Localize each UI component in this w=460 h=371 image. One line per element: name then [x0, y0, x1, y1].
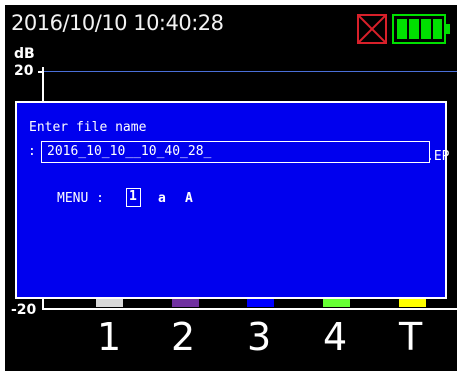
- y-axis-top-label: 20: [14, 63, 34, 79]
- channel-1-label[interactable]: 1: [97, 315, 121, 359]
- menu-option-uppercase[interactable]: A: [185, 191, 193, 206]
- filename-input[interactable]: 2016_10_10__10_40_28_: [41, 141, 430, 163]
- menu-option-numeric[interactable]: 1: [126, 188, 141, 207]
- channel-3-label[interactable]: 3: [247, 315, 271, 359]
- x-axis-line: [42, 308, 457, 310]
- channel-2-label[interactable]: 2: [171, 315, 195, 359]
- menu-label: MENU :: [57, 191, 104, 206]
- menu-option-lowercase[interactable]: a: [158, 191, 166, 206]
- no-storage-icon: [357, 14, 387, 44]
- datetime-display: 2016/10/10 10:40:28: [11, 11, 224, 35]
- file-name-dialog: Enter file name : 2016_10_10__10_40_28_ …: [15, 101, 450, 299]
- channel-4-label[interactable]: 4: [323, 315, 347, 359]
- top-gridline: [44, 71, 457, 72]
- y-axis-tick: [38, 71, 42, 73]
- menu-option-numeric-label: 1: [129, 189, 137, 204]
- filename-value: 2016_10_10__10_40_28_: [47, 144, 212, 159]
- dialog-prompt: Enter file name: [29, 120, 147, 135]
- device-screen: 2016/10/10 10:40:28 dB 20 -20 1 2 3 4 T …: [5, 5, 457, 371]
- y-axis-bottom-label: -20: [11, 302, 37, 318]
- filename-colon: :: [28, 144, 36, 159]
- y-axis-unit: dB: [14, 46, 35, 62]
- battery-full-icon: [392, 14, 450, 44]
- channel-t-label[interactable]: T: [399, 315, 422, 359]
- file-extension: .EP: [426, 149, 450, 164]
